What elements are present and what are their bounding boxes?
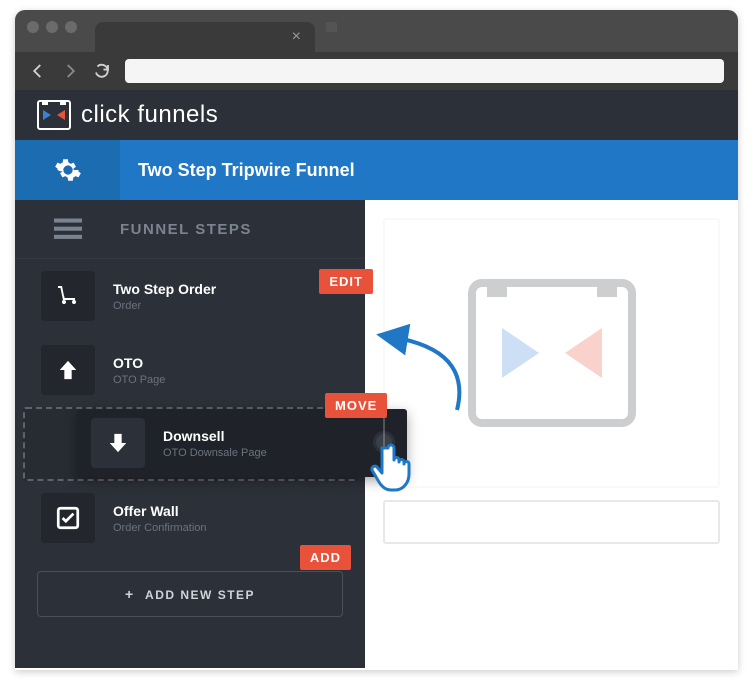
add-tag: ADD: [300, 545, 351, 570]
funnel-title-bar: Two Step Tripwire Funnel: [15, 140, 738, 200]
step-title: Offer Wall: [113, 503, 207, 519]
edit-tag: EDIT: [319, 269, 373, 294]
check-icon: [41, 493, 95, 543]
page-preview[interactable]: [383, 218, 720, 488]
cart-icon: [41, 271, 95, 321]
logo-icon: [37, 100, 71, 130]
cursor-hand-icon: [370, 442, 416, 494]
back-icon[interactable]: [29, 62, 47, 80]
step-subtitle: Order Confirmation: [113, 522, 207, 534]
step-subtitle: Order: [113, 300, 216, 312]
window-maximize-dot[interactable]: [65, 21, 77, 33]
plus-icon: +: [125, 586, 135, 602]
browser-window: × click funnels Two Step Tripwire Funnel: [15, 10, 738, 670]
funnel-step-offer-wall[interactable]: Offer Wall Order Confirmation: [15, 481, 365, 555]
menu-icon[interactable]: [54, 218, 82, 240]
step-title: OTO: [113, 355, 165, 371]
add-new-step-button[interactable]: + ADD NEW STEP: [37, 571, 343, 617]
content-area: FUNNEL STEPS Two Step Order Order EDIT: [15, 200, 738, 668]
browser-tab[interactable]: ×: [95, 22, 315, 52]
forward-icon[interactable]: [61, 62, 79, 80]
step-subtitle: OTO Page: [113, 374, 165, 386]
reload-icon[interactable]: [93, 62, 111, 80]
window-controls: [27, 21, 77, 33]
funnel-title: Two Step Tripwire Funnel: [138, 160, 355, 181]
browser-nav-bar: [15, 52, 738, 90]
funnel-step-oto[interactable]: OTO OTO Page: [15, 333, 365, 407]
gear-icon: [54, 156, 82, 184]
step-title: Downsell: [163, 428, 267, 444]
step-subtitle: OTO Downsale Page: [163, 447, 267, 459]
funnel-step-order[interactable]: Two Step Order Order EDIT: [15, 259, 365, 333]
section-label: FUNNEL STEPS: [120, 221, 252, 238]
add-button-label: ADD NEW STEP: [145, 588, 255, 602]
new-tab-button[interactable]: [323, 19, 343, 39]
app-header: click funnels: [15, 90, 738, 140]
funnel-step-downsell-dragging[interactable]: Downsell OTO Downsale Page: [77, 409, 407, 477]
browser-tab-bar: ×: [15, 10, 738, 52]
move-tag: MOVE: [325, 393, 387, 418]
window-minimize-dot[interactable]: [46, 21, 58, 33]
main-panel: [365, 200, 738, 668]
settings-button[interactable]: [15, 140, 120, 200]
section-header: FUNNEL STEPS: [15, 200, 365, 259]
drop-zone[interactable]: Downsell OTO Downsale Page MOVE: [15, 407, 365, 481]
step-title: Two Step Order: [113, 281, 216, 297]
preview-footer-box: [383, 500, 720, 544]
arrow-up-icon: [41, 345, 95, 395]
address-bar[interactable]: [125, 59, 724, 83]
preview-placeholder-icon: [467, 278, 637, 428]
window-close-dot[interactable]: [27, 21, 39, 33]
arrow-down-icon: [91, 418, 145, 468]
close-icon[interactable]: ×: [292, 28, 301, 46]
funnel-steps-sidebar: FUNNEL STEPS Two Step Order Order EDIT: [15, 200, 365, 668]
logo-text: click funnels: [81, 101, 218, 129]
